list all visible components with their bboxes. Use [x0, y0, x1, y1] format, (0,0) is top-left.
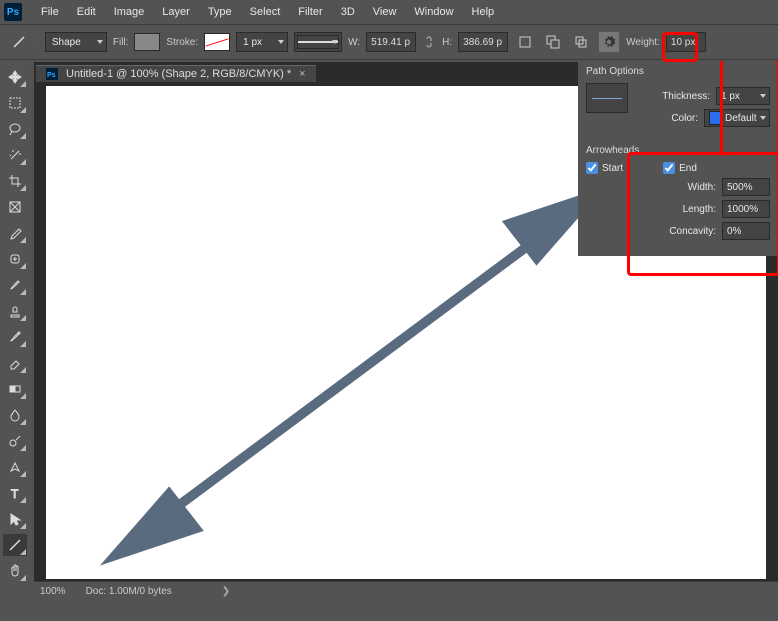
menu-file[interactable]: File	[32, 3, 68, 21]
menu-window[interactable]: Window	[405, 3, 462, 21]
ps-doc-icon: Ps	[46, 68, 58, 80]
history-brush-tool[interactable]	[3, 326, 27, 348]
svg-text:Ps: Ps	[47, 72, 56, 79]
document-tab-title: Untitled-1 @ 100% (Shape 2, RGB/8/CMYK) …	[66, 68, 291, 80]
dodge-tool[interactable]	[3, 430, 27, 452]
menu-3d[interactable]: 3D	[332, 3, 364, 21]
start-checkbox-row[interactable]: Start	[586, 162, 623, 174]
healing-tool[interactable]	[3, 248, 27, 270]
lasso-tool[interactable]	[3, 118, 27, 140]
menu-image[interactable]: Image	[105, 3, 154, 21]
shape-tool[interactable]	[3, 534, 27, 556]
stroke-style-dropdown[interactable]	[294, 32, 342, 52]
magic-wand-tool[interactable]	[3, 144, 27, 166]
path-operations-icon[interactable]	[570, 31, 592, 53]
w-label: W:	[348, 37, 360, 48]
fill-label: Fill:	[113, 37, 129, 48]
eraser-tool[interactable]	[3, 352, 27, 374]
fill-swatch[interactable]	[134, 33, 160, 51]
document-tab[interactable]: Ps Untitled-1 @ 100% (Shape 2, RGB/8/CMY…	[36, 65, 316, 82]
path-options-heading: Path Options	[586, 66, 770, 77]
line-tool-icon	[8, 31, 30, 53]
blur-tool[interactable]	[3, 404, 27, 426]
menu-view[interactable]: View	[364, 3, 406, 21]
options-bar: | Shape Fill: Stroke: 1 px W: 519.41 p H…	[0, 24, 778, 60]
menu-type[interactable]: Type	[199, 3, 241, 21]
path-select-tool[interactable]	[3, 508, 27, 530]
end-label: End	[679, 163, 697, 174]
menu-filter[interactable]: Filter	[289, 3, 331, 21]
link-icon[interactable]	[422, 33, 436, 51]
menu-edit[interactable]: Edit	[68, 3, 105, 21]
stroke-style-line	[297, 35, 339, 49]
width-field[interactable]: 519.41 p	[366, 32, 416, 52]
thickness-label: Thickness:	[662, 91, 710, 102]
arrow-concavity-field[interactable]: 0%	[722, 222, 770, 240]
tool-mode-dropdown[interactable]: Shape	[45, 32, 107, 52]
eyedropper-tool[interactable]	[3, 222, 27, 244]
stamp-tool[interactable]	[3, 300, 27, 322]
h-label: H:	[442, 37, 452, 48]
color-value: Default	[725, 113, 757, 124]
menubar: Ps File Edit Image Layer Type Select Fil…	[0, 0, 778, 24]
status-menu-icon[interactable]: ❯	[222, 586, 230, 597]
thickness-dropdown[interactable]: 1 px	[716, 87, 770, 105]
height-field[interactable]: 386.69 p	[458, 32, 508, 52]
gradient-tool[interactable]	[3, 378, 27, 400]
frame-tool[interactable]	[3, 196, 27, 218]
app-logo: Ps	[4, 3, 22, 21]
color-label: Color:	[671, 113, 698, 124]
arrow-width-field[interactable]: 500%	[722, 178, 770, 196]
geometry-options-gear-icon[interactable]	[598, 31, 620, 53]
tools-panel: T	[0, 62, 30, 601]
doc-size-readout: Doc: 1.00M/0 bytes	[86, 586, 172, 597]
arrow-concavity-label: Concavity:	[669, 226, 716, 237]
menu-layer[interactable]: Layer	[153, 3, 199, 21]
path-arrange-icon[interactable]	[542, 31, 564, 53]
weight-label: Weight:	[626, 37, 660, 48]
type-tool[interactable]: T	[3, 482, 27, 504]
zoom-readout[interactable]: 100%	[40, 586, 66, 597]
weight-field[interactable]: 10 px	[666, 32, 706, 52]
pen-tool[interactable]	[3, 456, 27, 478]
brush-tool[interactable]	[3, 274, 27, 296]
path-thumbnail	[586, 83, 628, 113]
color-dropdown[interactable]: Default	[704, 109, 770, 127]
end-checkbox-row[interactable]: End	[663, 162, 697, 174]
crop-tool[interactable]	[3, 170, 27, 192]
stroke-label: Stroke:	[166, 37, 198, 48]
arrowheads-heading: Arrowheads	[586, 145, 770, 156]
menu-select[interactable]: Select	[241, 3, 290, 21]
start-checkbox[interactable]	[586, 162, 598, 174]
stroke-swatch[interactable]	[204, 33, 230, 51]
menu-help[interactable]: Help	[463, 3, 504, 21]
geometry-options-flyout: Path Options Thickness: 1 px Color: Defa…	[578, 60, 778, 256]
end-checkbox[interactable]	[663, 162, 675, 174]
color-swatch-icon	[709, 111, 723, 125]
path-align-icon[interactable]	[514, 31, 536, 53]
arrow-length-label: Length:	[683, 204, 716, 215]
marquee-tool[interactable]	[3, 92, 27, 114]
hand-tool[interactable]	[3, 560, 27, 582]
arrow-length-field[interactable]: 1000%	[722, 200, 770, 218]
start-label: Start	[602, 163, 623, 174]
move-tool[interactable]	[3, 66, 27, 88]
arrow-width-label: Width:	[688, 182, 716, 193]
stroke-size-dropdown[interactable]: 1 px	[236, 32, 288, 52]
status-bar: 100% Doc: 1.00M/0 bytes ❯	[34, 581, 778, 601]
close-icon[interactable]: ×	[299, 68, 305, 80]
svg-text:T: T	[11, 487, 19, 500]
